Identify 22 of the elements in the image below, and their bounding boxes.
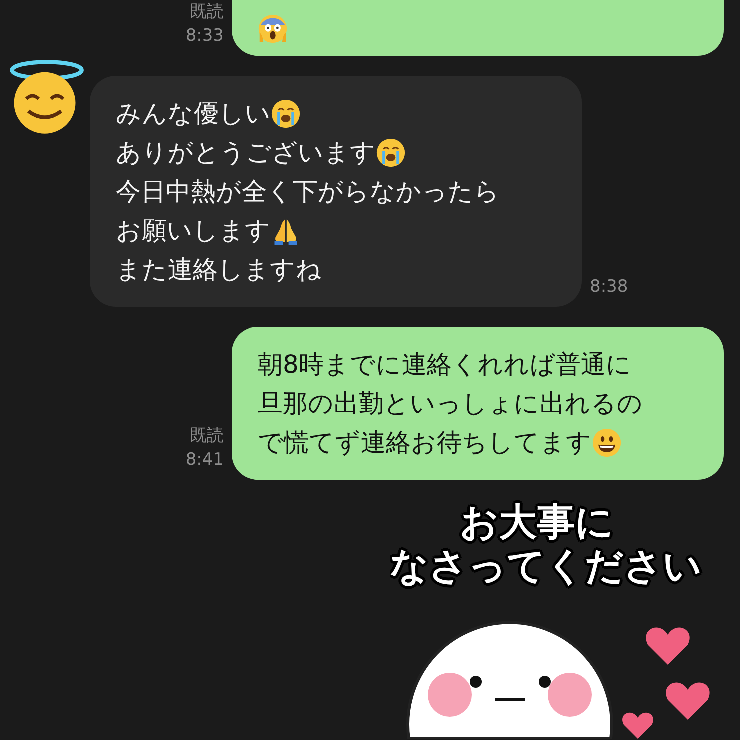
screaming-face-icon	[258, 14, 288, 44]
sticker-caption: なさってください	[390, 544, 702, 588]
grinning-face-icon	[592, 428, 622, 458]
message-text: 今日中熱が全く下がらなかったら	[116, 176, 500, 208]
crying-face-icon	[271, 98, 301, 128]
message-text: ありがとうございます	[116, 137, 376, 169]
read-receipt: 既読	[189, 425, 224, 448]
heart-icon	[646, 628, 690, 665]
message-text: みんな優しい	[116, 98, 271, 130]
message-text: 旦那の出勤といっしょに出れるの	[258, 388, 643, 420]
heart-icon	[666, 682, 710, 720]
message-text: で慌てず連絡お待ちしてます	[258, 427, 592, 459]
sticker-caption: お大事に	[460, 500, 614, 544]
message-text: 朝8時までに連絡くれれば普通に	[258, 349, 632, 381]
message-text: お願いします	[116, 215, 271, 247]
message-time: 8:33	[186, 25, 224, 48]
message-time: 8:38	[590, 276, 628, 299]
crying-face-icon	[376, 138, 406, 168]
message-time: 8:41	[186, 449, 224, 472]
read-receipt: 既読	[189, 1, 224, 24]
message-text: また連絡しますね	[116, 254, 322, 286]
heart-icon	[622, 712, 654, 739]
